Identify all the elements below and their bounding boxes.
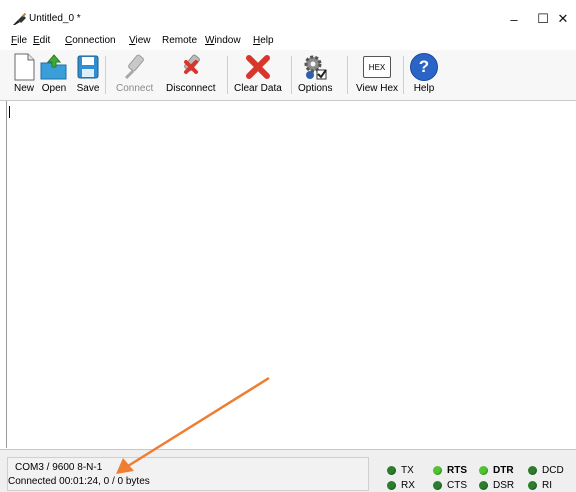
ri-label: RI: [542, 480, 552, 491]
close-button[interactable]: ✕: [545, 6, 576, 32]
tx-label: TX: [401, 465, 414, 476]
dtr-led-icon: [479, 466, 488, 475]
toolbar-separator: [227, 56, 228, 94]
hex-icon-text: HEX: [363, 56, 392, 78]
rx-led-icon: [387, 481, 396, 490]
menu-help[interactable]: Help: [253, 35, 274, 46]
cts-led-icon: [433, 481, 442, 490]
rx-label: RX: [401, 480, 415, 491]
menu-bar: File Edit Connection View Remote Window …: [0, 34, 576, 50]
view-hex-button[interactable]: HEX View Hex: [356, 52, 398, 98]
options-button[interactable]: Options: [298, 52, 332, 98]
connect-label: Connect: [116, 83, 154, 94]
dtr-label: DTR: [493, 465, 514, 476]
save-label: Save: [76, 83, 100, 94]
menu-edit[interactable]: Edit: [33, 35, 50, 46]
menu-view[interactable]: View: [129, 35, 151, 46]
toolbar-separator: [105, 56, 106, 94]
window-title: Untitled_0 *: [29, 13, 81, 24]
terminal-data-area[interactable]: [6, 101, 576, 448]
toolbar-separator: [347, 56, 348, 94]
dsr-label: DSR: [493, 480, 515, 491]
tx-led-icon: [387, 466, 396, 475]
menu-connection[interactable]: Connection: [65, 35, 116, 46]
hex-icon: HEX: [361, 52, 393, 82]
signal-rts[interactable]: RTS: [433, 465, 467, 476]
status-panel: COM3 / 9600 8-N-1 Connected 00:01:24, 0 …: [7, 457, 369, 491]
toolbar-separator: [291, 56, 292, 94]
connect-button[interactable]: Connect: [116, 52, 153, 98]
cts-label: CTS: [447, 480, 467, 491]
disconnect-button[interactable]: Disconnect: [166, 52, 215, 98]
clear-data-button[interactable]: Clear Data: [234, 52, 282, 98]
save-button[interactable]: Save: [72, 52, 104, 98]
usb-disconnect-icon: [175, 52, 207, 82]
clear-data-label: Clear Data: [234, 83, 282, 94]
help-label: Help: [413, 83, 435, 94]
help-button[interactable]: ? Help: [408, 52, 440, 98]
view-hex-label: View Hex: [356, 83, 399, 94]
app-plug-icon: [13, 12, 27, 25]
red-x-icon: [242, 52, 274, 82]
new-document-icon: [8, 52, 40, 82]
connection-status-text: Connected 00:01:24, 0 / 0 bytes: [8, 476, 150, 487]
new-button[interactable]: New: [8, 52, 40, 98]
title-bar[interactable]: Untitled_0 * – ☐ ✕: [0, 0, 576, 34]
rts-led-icon: [433, 466, 442, 475]
menu-file[interactable]: File: [11, 35, 27, 46]
open-folder-icon: [38, 52, 70, 82]
dcd-label: DCD: [542, 465, 564, 476]
open-button[interactable]: Open: [38, 52, 70, 98]
status-bar: COM3 / 9600 8-N-1 Connected 00:01:24, 0 …: [0, 449, 576, 492]
menu-remote[interactable]: Remote: [162, 35, 197, 46]
gears-checkbox-icon: [299, 52, 331, 82]
disconnect-label: Disconnect: [166, 83, 216, 94]
toolbar: New Open Save Connect Disconnect Clear D…: [0, 50, 576, 101]
port-settings-text: COM3 / 9600 8-N-1: [15, 462, 103, 473]
signal-dcd: DCD: [528, 465, 564, 476]
save-floppy-icon: [72, 52, 104, 82]
open-label: Open: [41, 83, 67, 94]
help-question-icon: ?: [408, 52, 440, 82]
signal-cts: CTS: [433, 480, 467, 491]
rts-label: RTS: [447, 465, 467, 476]
signal-tx: TX: [387, 465, 414, 476]
text-cursor: [9, 106, 10, 118]
signal-ri: RI: [528, 480, 552, 491]
toolbar-separator: [403, 56, 404, 94]
signal-dsr: DSR: [479, 480, 514, 491]
help-icon-glyph: ?: [410, 53, 438, 81]
options-label: Options: [298, 83, 333, 94]
ri-led-icon: [528, 481, 537, 490]
new-label: New: [13, 83, 34, 94]
dsr-led-icon: [479, 481, 488, 490]
signal-rx: RX: [387, 480, 415, 491]
dcd-led-icon: [528, 466, 537, 475]
menu-window[interactable]: Window: [205, 35, 241, 46]
signal-dtr[interactable]: DTR: [479, 465, 514, 476]
usb-plug-icon: [119, 52, 151, 82]
